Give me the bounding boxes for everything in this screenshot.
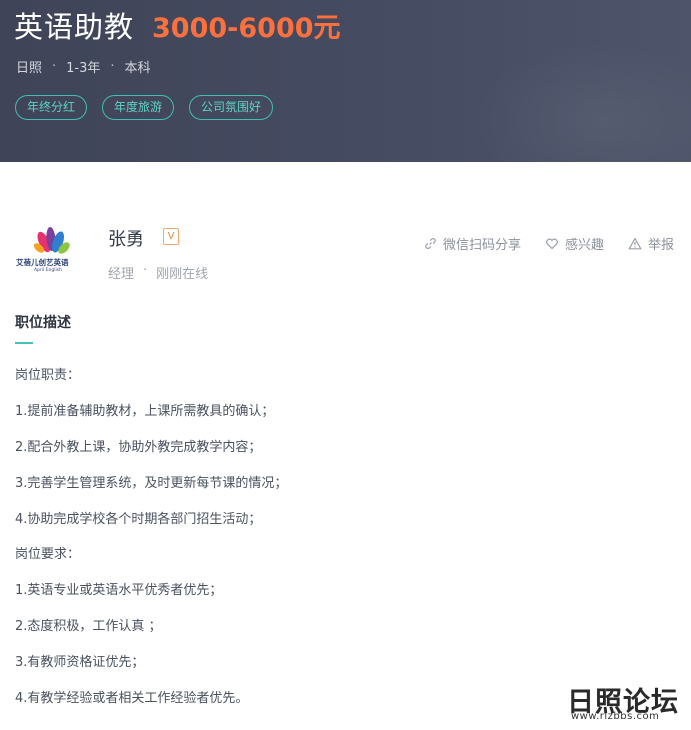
description-line: 1.提前准备辅助教材，上课所需教具的确认； xyxy=(15,403,275,419)
warning-icon xyxy=(628,237,642,250)
section-title: 职位描述 xyxy=(15,315,71,331)
action-bar: 微信扫码分享 感兴趣 举报 xyxy=(400,234,674,253)
logo-text: 艾蓓儿创艺英语 xyxy=(16,258,69,267)
description-line: 2.配合外教上课，协助外教完成教学内容； xyxy=(15,439,262,455)
description-line: 4.协助完成学校各个时期各部门招生活动； xyxy=(15,511,262,527)
meta-separator: · xyxy=(52,59,57,74)
job-tag: 公司氛围好 xyxy=(189,95,274,120)
salary: 3000-6000元 xyxy=(152,13,341,44)
description-line: 1.英语专业或英语水平优秀者优先； xyxy=(15,583,223,599)
title-row: 英语助教 3000-6000元 xyxy=(14,4,341,46)
company-logo[interactable]: 艾蓓儿创艺英语 April English xyxy=(14,224,90,280)
description-line: 岗位要求： xyxy=(15,547,81,563)
job-tags: 年终分红 年度旅游 公司氛围好 xyxy=(15,95,288,120)
recruiter-card: 艾蓓儿创艺英语 April English 张勇 V 经理 · 刚刚在线 微信扫… xyxy=(14,222,674,292)
interest-label: 感兴趣 xyxy=(564,238,604,253)
description-line: 3.有教师资格证优先； xyxy=(15,655,145,671)
job-experience: 1-3年 xyxy=(66,61,101,76)
report-label: 举报 xyxy=(647,238,674,253)
meta-separator: · xyxy=(143,263,148,278)
description-line: 2.态度积极，工作认真 ； xyxy=(15,619,162,635)
meta-separator: · xyxy=(110,59,115,74)
verified-badge: V xyxy=(163,228,179,245)
job-tag: 年度旅游 xyxy=(102,95,175,120)
share-button[interactable]: 微信扫码分享 xyxy=(424,234,521,253)
description-line: 3.完善学生管理系统，及时更新每节课的情况； xyxy=(15,475,288,491)
section-underline xyxy=(15,342,33,344)
watermark-url: www.rizbbs.com xyxy=(571,711,660,722)
recruiter-meta: 经理 · 刚刚在线 xyxy=(108,263,208,282)
job-title: 英语助教 xyxy=(14,10,135,44)
description-line: 4.有教学经验或者相关工作经验者优先。 xyxy=(15,691,249,707)
recruiter-position: 经理 xyxy=(108,267,135,282)
watermark: 日照论坛 www.rizbbs.com xyxy=(565,680,687,726)
logo-subtext: April English xyxy=(34,268,62,273)
interest-button[interactable]: 感兴趣 xyxy=(545,234,604,253)
job-location: 日照 xyxy=(16,61,43,76)
job-education: 本科 xyxy=(124,61,151,76)
recruiter-status: 刚刚在线 xyxy=(156,267,209,282)
description-line: 岗位职责： xyxy=(15,368,81,383)
link-icon xyxy=(425,238,436,249)
header-glow xyxy=(471,40,691,162)
logo-butterfly-icon xyxy=(33,227,70,254)
share-label: 微信扫码分享 xyxy=(442,238,521,253)
job-meta: 日照 · 1-3年 · 本科 xyxy=(16,57,151,76)
report-button[interactable]: 举报 xyxy=(628,234,674,253)
job-header: 英语助教 3000-6000元 日照 · 1-3年 · 本科 年终分红 年度旅游… xyxy=(0,0,691,162)
job-description: 岗位职责： 1.提前准备辅助教材，上课所需教具的确认； 2.配合外教上课，协助外… xyxy=(15,366,655,725)
recruiter-name: 张勇 xyxy=(108,229,144,250)
heart-icon xyxy=(546,238,558,250)
job-tag: 年终分红 xyxy=(15,95,88,120)
